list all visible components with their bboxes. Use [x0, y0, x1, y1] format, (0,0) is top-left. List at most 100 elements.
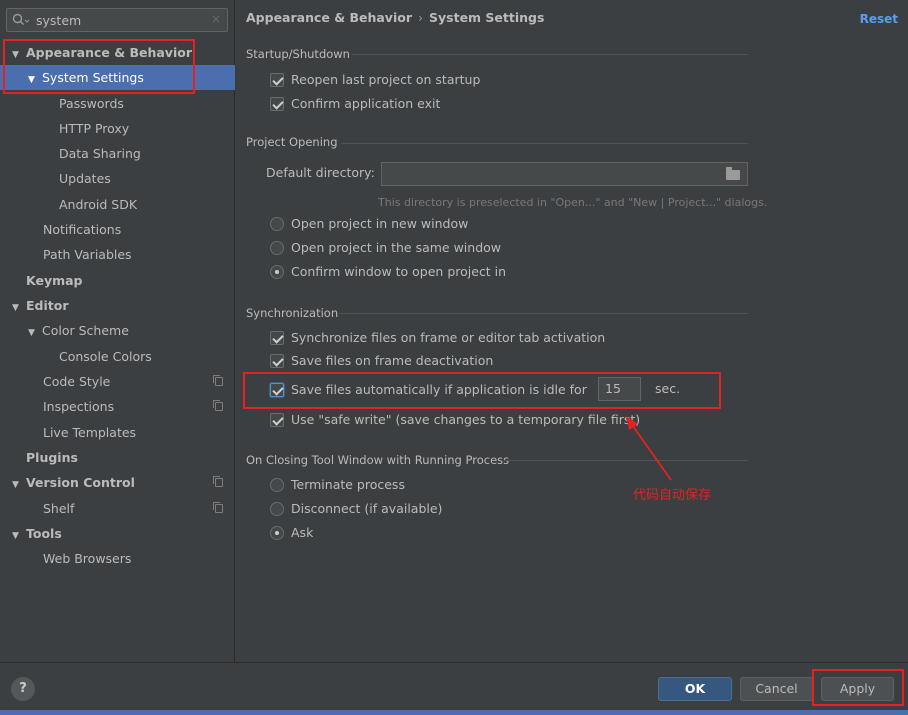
- sidebar-item-label: Code Style: [43, 374, 111, 389]
- sidebar-item-label: Tools: [26, 526, 62, 541]
- sidebar-item-system-settings[interactable]: ▼ System Settings: [0, 65, 235, 90]
- sidebar-item-android-sdk[interactable]: Android SDK: [0, 192, 235, 217]
- sidebar-item-code-style[interactable]: Code Style: [0, 369, 235, 394]
- checkbox-checked-icon[interactable]: [270, 354, 284, 368]
- checkbox-label: Synchronize files on frame or editor tab…: [291, 330, 606, 345]
- group-divider: [340, 313, 748, 314]
- radio-label: Terminate process: [291, 477, 405, 492]
- sidebar-item-editor[interactable]: ▼ Editor: [0, 293, 235, 318]
- group-title-synchronization: Synchronization: [246, 306, 339, 320]
- search-icon: [12, 13, 30, 25]
- chevron-down-icon[interactable]: ▼: [28, 68, 42, 93]
- window-bottom-edge: [0, 710, 908, 715]
- sidebar-item-updates[interactable]: Updates: [0, 166, 235, 191]
- sidebar-item-inspections[interactable]: Inspections: [0, 394, 235, 419]
- breadcrumb-system-settings: System Settings: [429, 10, 545, 25]
- breadcrumb-appearance[interactable]: Appearance & Behavior: [246, 10, 412, 25]
- radio-label: Open project in new window: [291, 216, 469, 231]
- radio-label: Ask: [291, 525, 314, 540]
- project-settings-icon: [213, 502, 223, 513]
- sidebar-item-label: Keymap: [26, 273, 83, 288]
- radio-selected-icon[interactable]: [270, 265, 284, 279]
- sidebar-item-color-scheme[interactable]: ▼ Color Scheme: [0, 318, 235, 343]
- settings-sidebar: system × ▼ Appearance & Behavior ▼ System …: [0, 0, 235, 662]
- sidebar-item-console-colors[interactable]: Console Colors: [0, 344, 235, 369]
- sidebar-item-notifications[interactable]: Notifications: [0, 217, 235, 242]
- checkbox-checked-icon[interactable]: [270, 97, 284, 111]
- project-settings-icon: [213, 476, 223, 487]
- sidebar-item-label: Passwords: [59, 96, 124, 111]
- sidebar-item-label: Web Browsers: [43, 551, 132, 566]
- sidebar-item-label: Version Control: [26, 475, 135, 490]
- checkbox-label: Reopen last project on startup: [291, 72, 481, 87]
- sidebar-item-path-variables[interactable]: Path Variables: [0, 242, 235, 267]
- clear-search-icon[interactable]: ×: [211, 12, 221, 26]
- sidebar-item-label: Color Scheme: [42, 323, 129, 338]
- checkbox-label: Save files on frame deactivation: [291, 353, 494, 368]
- dialog-footer: ? OK Cancel Apply: [0, 662, 908, 715]
- sidebar-item-appearance-behavior[interactable]: ▼ Appearance & Behavior: [0, 40, 235, 65]
- sidebar-item-label: Shelf: [43, 501, 75, 516]
- sidebar-item-label: Plugins: [26, 450, 78, 465]
- search-value: system: [36, 13, 82, 28]
- radio-selected-icon[interactable]: [270, 526, 284, 540]
- checkbox-label: Confirm application exit: [291, 96, 441, 111]
- search-input[interactable]: system ×: [6, 8, 228, 32]
- radio-icon[interactable]: [270, 478, 284, 492]
- idle-seconds-unit: sec.: [655, 381, 681, 396]
- reset-link[interactable]: Reset: [860, 12, 898, 26]
- group-title-closing: On Closing Tool Window with Running Proc…: [246, 453, 510, 467]
- apply-button[interactable]: Apply: [821, 677, 894, 701]
- default-directory-label: Default directory:: [266, 165, 375, 180]
- breadcrumb: Appearance & Behavior › System Settings: [246, 10, 544, 25]
- project-settings-icon: [213, 375, 223, 386]
- sidebar-item-live-templates[interactable]: Live Templates: [0, 420, 235, 445]
- project-settings-icon: [213, 400, 223, 411]
- checkbox-checked-icon[interactable]: [270, 383, 284, 397]
- radio-icon[interactable]: [270, 241, 284, 255]
- default-directory-field[interactable]: [381, 162, 748, 186]
- checkbox-label: Use "safe write" (save changes to a temp…: [291, 412, 641, 427]
- checkbox-checked-icon[interactable]: [270, 73, 284, 87]
- annotation-label: 代码自动保存: [633, 488, 712, 503]
- sidebar-item-shelf[interactable]: Shelf: [0, 496, 235, 521]
- sidebar-item-label: Android SDK: [59, 197, 138, 212]
- group-divider: [352, 54, 748, 55]
- sidebar-item-label: Live Templates: [43, 425, 137, 440]
- group-title-startup: Startup/Shutdown: [246, 47, 350, 61]
- sidebar-item-label: Data Sharing: [59, 146, 141, 161]
- chevron-down-icon[interactable]: ▼: [12, 473, 26, 498]
- help-button[interactable]: ?: [11, 677, 35, 701]
- radio-label: Open project in the same window: [291, 240, 502, 255]
- group-title-project-opening: Project Opening: [246, 135, 338, 149]
- sidebar-item-data-sharing[interactable]: Data Sharing: [0, 141, 235, 166]
- sidebar-item-label: Appearance & Behavior: [26, 45, 192, 60]
- sidebar-item-tools[interactable]: ▼ Tools: [0, 521, 235, 546]
- ok-button[interactable]: OK: [658, 677, 732, 701]
- chevron-down-icon[interactable]: ▼: [28, 321, 42, 346]
- sidebar-item-http-proxy[interactable]: HTTP Proxy: [0, 116, 235, 141]
- radio-icon[interactable]: [270, 502, 284, 516]
- sidebar-item-label: Console Colors: [59, 349, 152, 364]
- checkbox-checked-icon[interactable]: [270, 413, 284, 427]
- checkbox-checked-icon[interactable]: [270, 331, 284, 345]
- sidebar-item-label: Editor: [26, 298, 69, 313]
- idle-seconds-input[interactable]: 15: [598, 377, 641, 401]
- folder-icon[interactable]: [726, 167, 740, 180]
- checkbox-label: Save files automatically if application …: [291, 382, 587, 397]
- radio-icon[interactable]: [270, 217, 284, 231]
- radio-label: Disconnect (if available): [291, 501, 443, 516]
- annotation-arrow-icon: [626, 416, 672, 481]
- sidebar-item-label: System Settings: [42, 70, 144, 85]
- group-divider: [341, 143, 748, 144]
- sidebar-item-passwords[interactable]: Passwords: [0, 91, 235, 116]
- sidebar-item-version-control[interactable]: ▼ Version Control: [0, 470, 235, 495]
- sidebar-item-keymap[interactable]: Keymap: [0, 268, 235, 293]
- sidebar-item-web-browsers[interactable]: Web Browsers: [0, 546, 235, 571]
- sidebar-item-plugins[interactable]: Plugins: [0, 445, 235, 470]
- sidebar-item-label: Inspections: [43, 399, 115, 414]
- cancel-button[interactable]: Cancel: [740, 677, 813, 701]
- settings-content: Appearance & Behavior › System Settings Re…: [236, 0, 908, 662]
- radio-label: Confirm window to open project in: [291, 264, 507, 279]
- sidebar-item-label: Notifications: [43, 222, 122, 237]
